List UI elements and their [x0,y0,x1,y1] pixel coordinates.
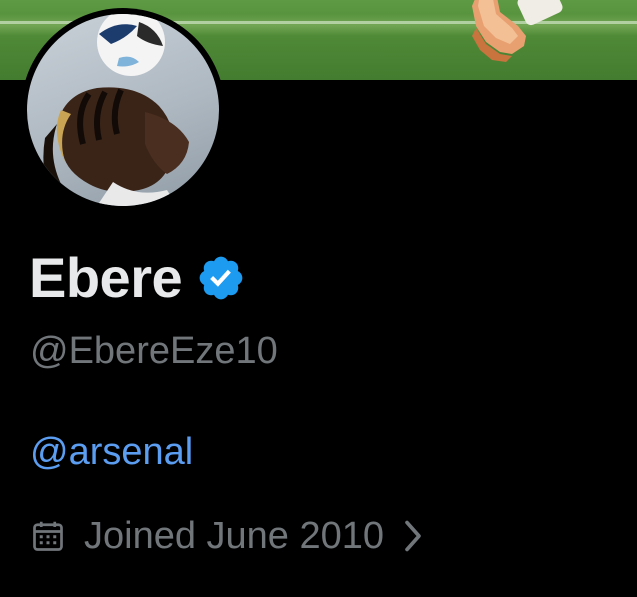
profile-name-row: Ebere [29,246,246,310]
chevron-right-icon[interactable] [400,518,426,554]
calendar-icon [33,521,63,551]
joined-date-row[interactable]: Joined June 2010 [30,512,426,560]
profile-display-name: Ebere [29,246,183,309]
profile-handle: @EbereEze10 [30,330,278,372]
avatar-photo [27,14,219,206]
banner-boot-image [472,0,526,62]
avatar-illustration [43,14,189,206]
verified-badge-icon[interactable] [196,253,246,303]
profile-avatar[interactable] [21,8,225,212]
joined-date-text: Joined June 2010 [84,515,385,557]
bio-mention-link[interactable]: @arsenal [30,428,193,476]
